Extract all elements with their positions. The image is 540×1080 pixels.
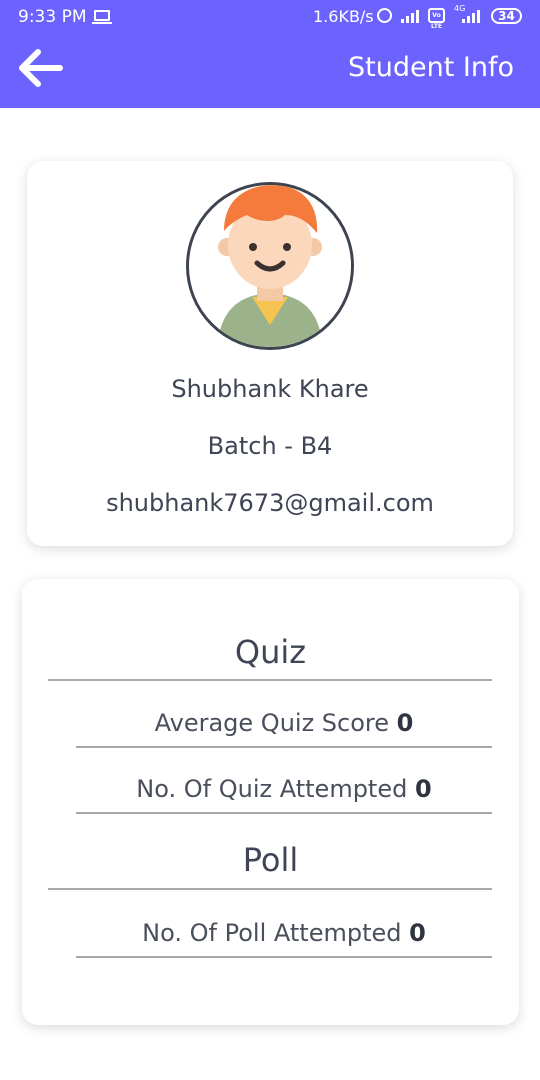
- back-button[interactable]: [18, 48, 64, 88]
- avatar: [186, 182, 354, 350]
- network-speed: 1.6KB/s: [313, 7, 374, 26]
- quiz-attempted-value: 0: [414, 775, 432, 803]
- status-bar: 9:33 PM 1.6KB/s Vo LTE 4G 34: [0, 0, 540, 34]
- poll-attempted-value: 0: [409, 919, 426, 947]
- alarm-icon: [377, 8, 392, 23]
- quiz-section-title: Quiz: [234, 633, 307, 671]
- quiz-attempted-label: No. Of Quiz Attempted: [136, 775, 408, 803]
- poll-section-title: Poll: [242, 841, 299, 879]
- student-email: shubhank7673@gmail.com: [106, 489, 434, 517]
- poll-attempted-divider: [76, 956, 492, 958]
- page-title: Student Info: [348, 52, 514, 83]
- volte-icon: Vo LTE: [428, 8, 445, 30]
- signal-icon-2: [462, 9, 482, 23]
- student-avatar-icon: [189, 185, 351, 347]
- poll-attempted-row: No. Of Poll Attempted 0: [76, 919, 492, 947]
- signal-icon: [401, 9, 421, 23]
- laptop-icon: [92, 10, 112, 24]
- battery-icon: 34: [491, 8, 522, 24]
- average-quiz-score-label: Average Quiz Score: [154, 709, 390, 737]
- back-arrow-icon: [19, 49, 63, 87]
- status-time: 9:33 PM: [18, 7, 87, 27]
- profile-card: Shubhank Khare Batch - B4 shubhank7673@g…: [27, 161, 513, 546]
- student-name: Shubhank Khare: [171, 375, 369, 403]
- stats-card: Quiz Average Quiz Score 0 No. Of Quiz At…: [22, 579, 519, 1025]
- app-bar: 9:33 PM 1.6KB/s Vo LTE 4G 34 Student Inf…: [0, 0, 540, 108]
- student-batch: Batch - B4: [207, 432, 333, 460]
- average-quiz-score-divider: [76, 746, 492, 748]
- average-quiz-score-value: 0: [396, 709, 414, 737]
- average-quiz-score-row: Average Quiz Score 0: [76, 709, 492, 737]
- quiz-attempted-row: No. Of Quiz Attempted 0: [76, 775, 492, 803]
- quiz-attempted-divider: [76, 812, 492, 814]
- poll-attempted-label: No. Of Poll Attempted: [142, 919, 402, 947]
- poll-divider: [48, 888, 492, 890]
- quiz-divider: [48, 679, 492, 681]
